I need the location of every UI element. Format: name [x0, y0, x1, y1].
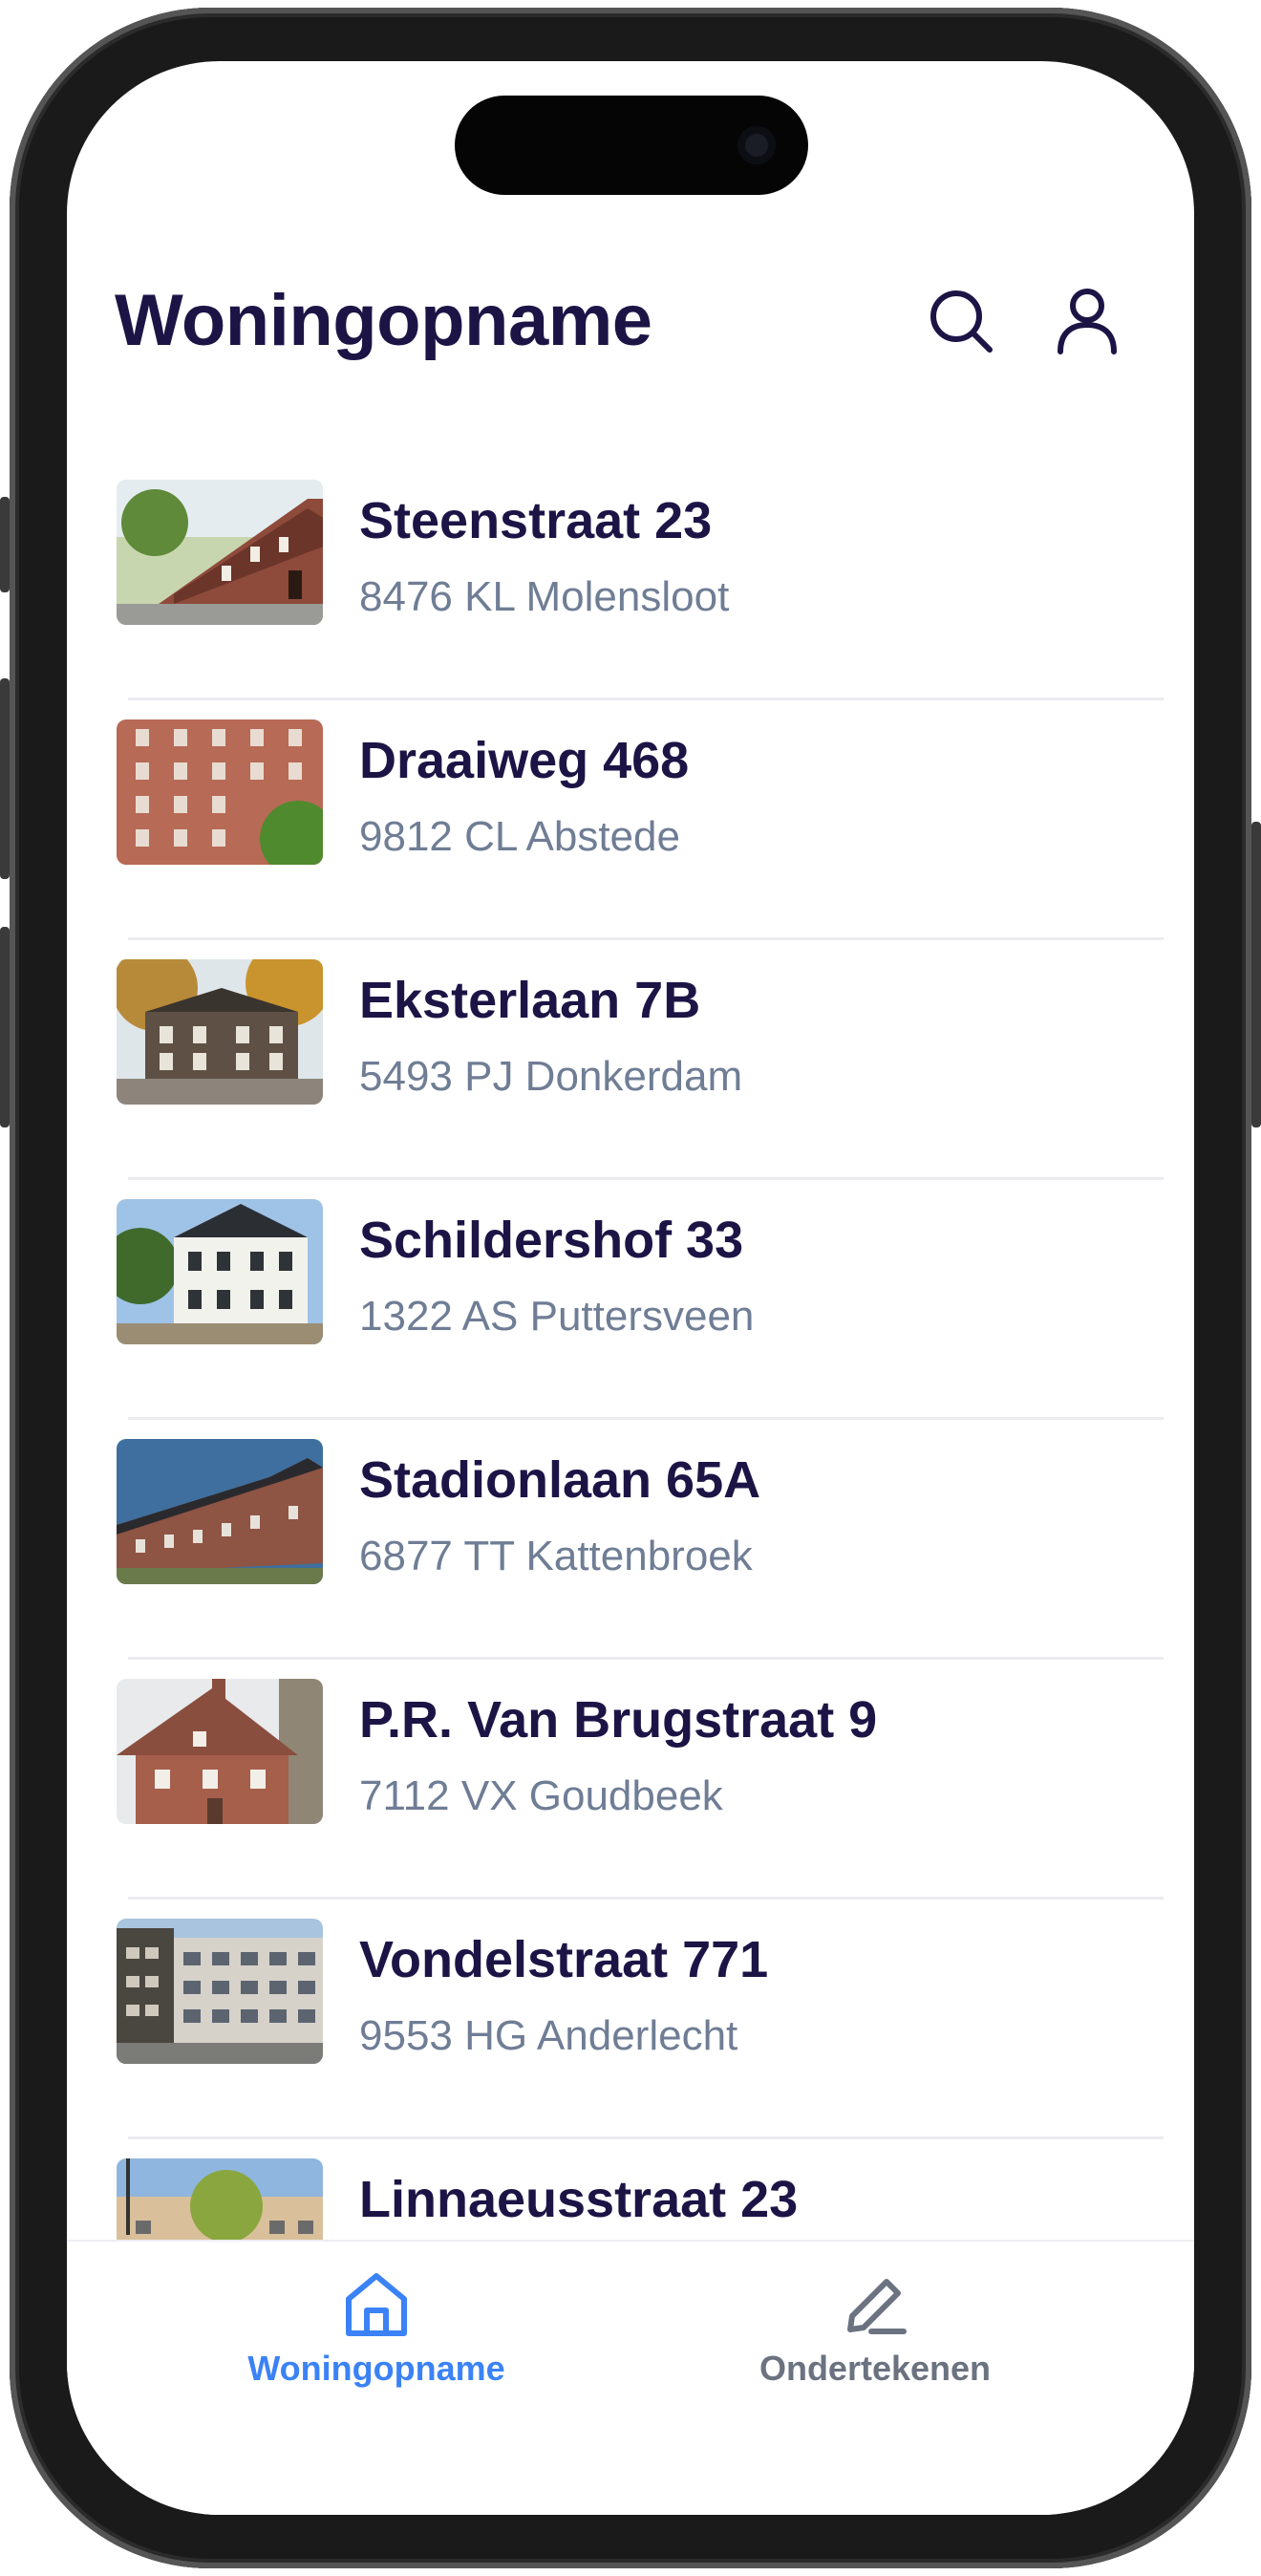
house-thumbnail [117, 719, 323, 865]
house-thumbnail [117, 2158, 323, 2240]
list-item[interactable]: Linnaeusstraat 23 [67, 2139, 1194, 2240]
tab-label: Ondertekenen [759, 2349, 992, 2388]
app-header: Woningopname [67, 262, 1194, 376]
tab-woningopname[interactable]: Woningopname [185, 2270, 567, 2423]
house-street: Stadionlaan 65A [359, 1451, 761, 1509]
power-button [1251, 822, 1261, 1127]
house-postal: 7112 VX Goudbeek [359, 1772, 723, 1819]
search-icon[interactable] [925, 285, 997, 357]
list-item[interactable]: Stadionlaan 65A 6877 TT Kattenbroek [67, 1420, 1194, 1660]
house-street: Linnaeusstraat 23 [359, 2171, 799, 2228]
app-screen: Woningopname Steenstraat 23 8476 KL Mole… [67, 61, 1194, 2515]
dynamic-island [455, 96, 808, 195]
house-postal: 6877 TT Kattenbroek [359, 1533, 753, 1579]
house-thumbnail [117, 480, 323, 625]
page-title: Woningopname [115, 280, 652, 361]
house-thumbnail [117, 1199, 323, 1344]
house-street: Draaiweg 468 [359, 732, 690, 789]
house-street: Steenstraat 23 [359, 492, 713, 549]
list-item[interactable]: Eksterlaan 7B 5493 PJ Donkerdam [67, 940, 1194, 1180]
house-street: P.R. Van Brugstraat 9 [359, 1691, 878, 1749]
user-icon[interactable] [1051, 285, 1123, 357]
volume-down-button [0, 927, 10, 1127]
list-item[interactable]: P.R. Van Brugstraat 9 7112 VX Goudbeek [67, 1660, 1194, 1900]
house-street: Schildershof 33 [359, 1212, 744, 1269]
house-postal: 8476 KL Molensloot [359, 573, 730, 620]
phone-mockup: Woningopname Steenstraat 23 8476 KL Mole… [0, 0, 1261, 2576]
house-thumbnail [117, 959, 323, 1105]
action-button [0, 497, 10, 592]
tab-ondertekenen[interactable]: Ondertekenen [684, 2270, 1066, 2423]
pen-icon [847, 2279, 907, 2334]
house-list: Steenstraat 23 8476 KL Molensloot Draaiw… [67, 461, 1194, 2240]
house-thumbnail [117, 1439, 323, 1584]
house-postal: 9812 CL Abstede [359, 813, 680, 860]
house-postal: 5493 PJ Donkerdam [359, 1053, 743, 1100]
house-street: Vondelstraat 771 [359, 1931, 769, 1988]
list-item[interactable]: Schildershof 33 1322 AS Puttersveen [67, 1180, 1194, 1420]
list-item[interactable]: Vondelstraat 771 9553 HG Anderlecht [67, 1900, 1194, 2139]
bottom-tab-bar: Woningopname Ondertekenen [67, 2240, 1194, 2515]
house-postal: 1322 AS Puttersveen [359, 1293, 755, 1340]
list-item[interactable]: Steenstraat 23 8476 KL Molensloot [67, 461, 1194, 700]
camera-icon [737, 126, 776, 164]
house-thumbnail [117, 1679, 323, 1824]
house-street: Eksterlaan 7B [359, 972, 701, 1029]
list-item[interactable]: Draaiweg 468 9812 CL Abstede [67, 700, 1194, 940]
tab-label: Woningopname [247, 2349, 505, 2388]
house-thumbnail [117, 1919, 323, 2064]
home-icon [346, 2273, 407, 2336]
volume-up-button [0, 678, 10, 879]
house-postal: 9553 HG Anderlecht [359, 2012, 738, 2059]
